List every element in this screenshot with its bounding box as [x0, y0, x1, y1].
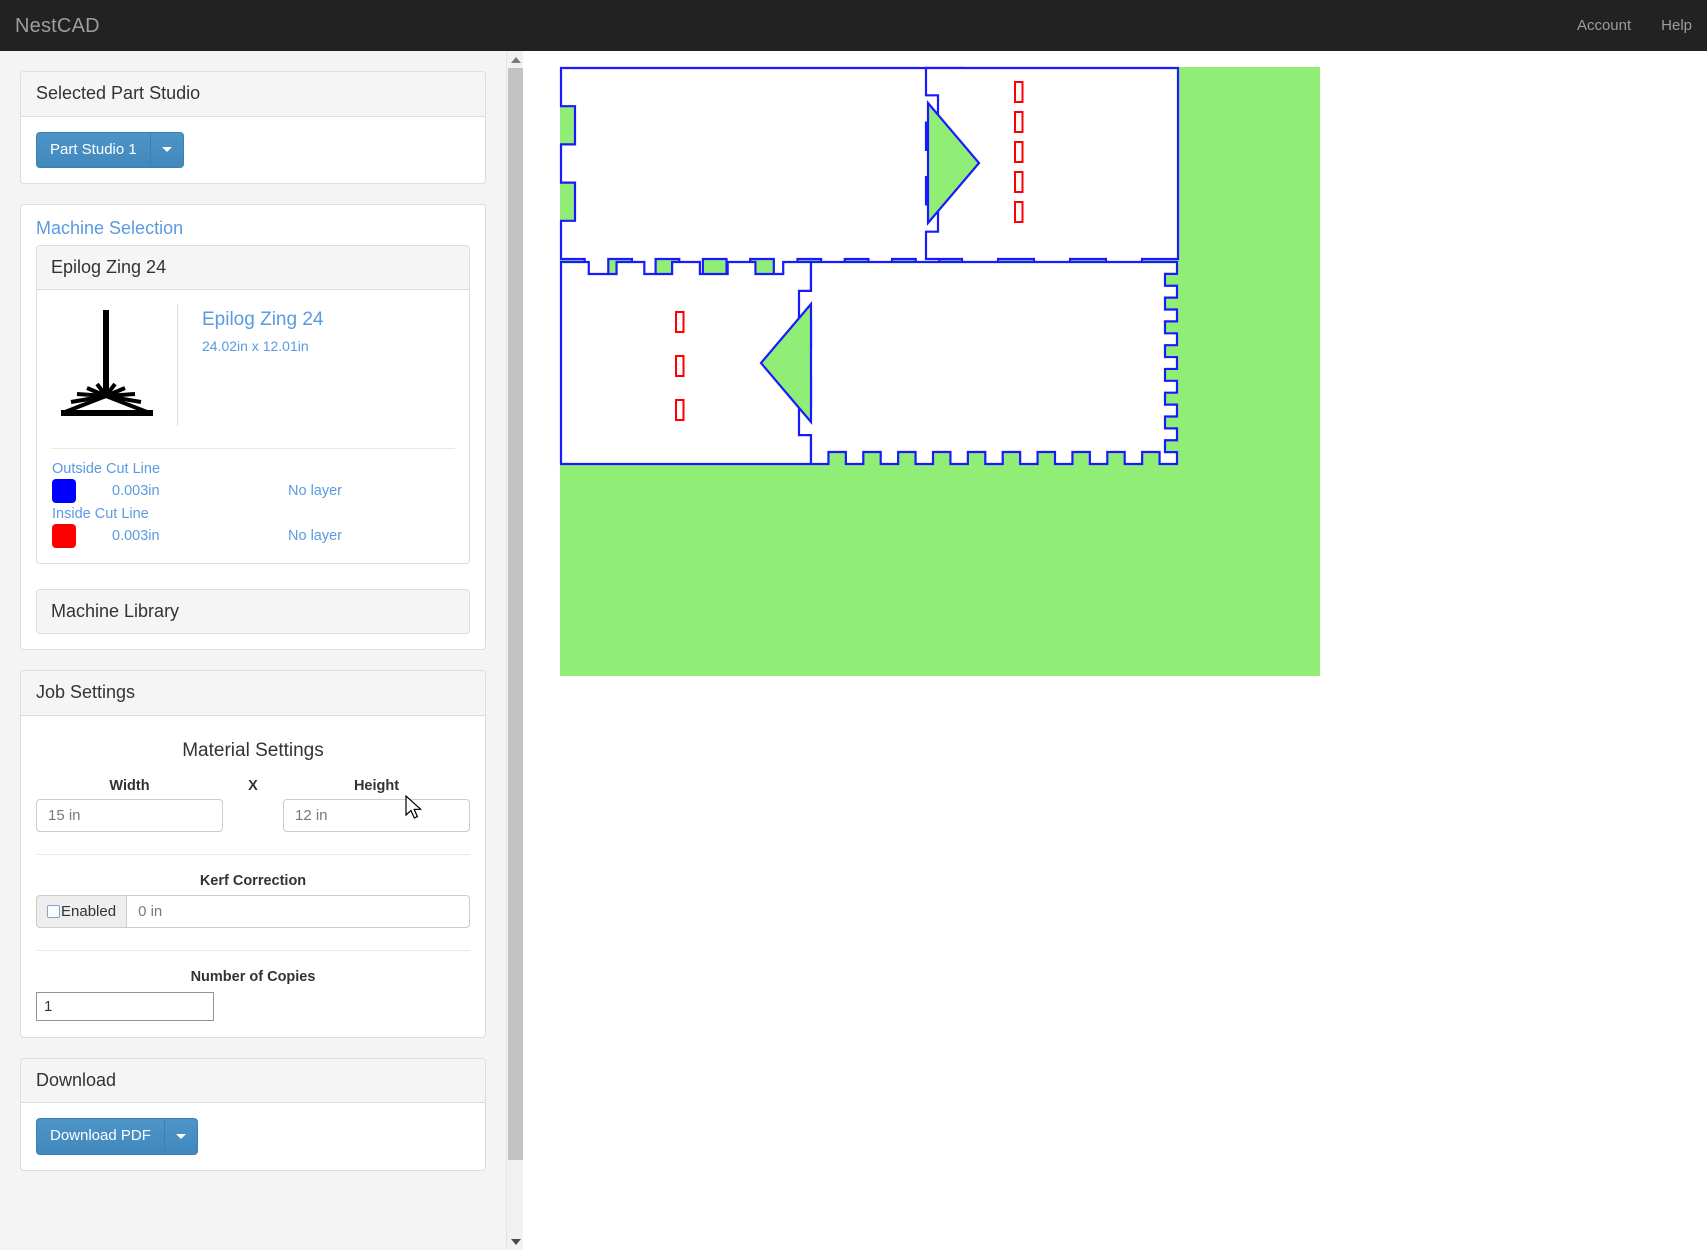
- material-dimension-inputs: [36, 798, 470, 832]
- machine-library-label: Machine Library: [51, 600, 180, 621]
- sidebar-scrollbar[interactable]: [506, 51, 523, 1250]
- nav-link-help[interactable]: Help: [1646, 0, 1707, 51]
- part-studio-button[interactable]: Part Studio 1: [36, 131, 150, 169]
- part-studio-dropdown-group[interactable]: Part Studio 1: [36, 131, 184, 169]
- cut-line-outside-width: 0.003in: [112, 482, 160, 499]
- cut-line-inside: Inside Cut Line 0.003in No layer: [37, 506, 469, 563]
- bottom-right-panel: [797, 260, 1179, 466]
- app-brand[interactable]: NestCAD: [15, 16, 115, 36]
- machine-library-header: Machine Library: [37, 589, 469, 633]
- cut-line-outside-label[interactable]: Outside Cut Line: [37, 461, 469, 479]
- cut-line-inside-width: 0.003in: [112, 527, 160, 544]
- nesting-preview-svg: [559, 66, 1320, 676]
- download-pdf-button[interactable]: Download PDF: [36, 1118, 164, 1155]
- panel-body-job-settings: Material Settings Width X Height Kerf Co…: [21, 716, 485, 1037]
- panel-title-job-settings: Job Settings: [36, 681, 136, 702]
- machine-card-epilog-zing-24[interactable]: Epilog Zing 24 Epilog Zing 24 24.02in x …: [36, 244, 470, 564]
- machine-card-body: Epilog Zing 24 24.02in x 12.01in Outside…: [37, 290, 469, 563]
- panel-header-machine-selection: Machine Selection: [21, 205, 485, 245]
- number-of-copies-heading: Number of Copies: [190, 968, 316, 985]
- machine-card-header: Epilog Zing 24: [37, 245, 469, 290]
- kerf-correction-group: Enabled: [36, 894, 470, 928]
- panel-machine-selection: Machine Selection Epilog Zing 24 Epilog …: [20, 204, 486, 650]
- panel-body-machine-selection: Epilog Zing 24 Epilog Zing 24 24.02in x …: [21, 244, 485, 649]
- cut-line-outside-layer[interactable]: No layer: [288, 483, 342, 499]
- machine-info: Epilog Zing 24 24.02in x 12.01in: [177, 303, 469, 426]
- cut-line-outside: Outside Cut Line 0.003in No layer: [37, 461, 469, 506]
- job-settings-divider-2: [36, 949, 470, 951]
- kerf-enabled-toggle[interactable]: Enabled: [36, 894, 127, 928]
- machine-summary-row: Epilog Zing 24 24.02in x 12.01in: [37, 290, 469, 426]
- navbar-links: Account Help: [1562, 0, 1707, 51]
- color-swatch-inside[interactable]: [52, 523, 76, 548]
- machine-library-card[interactable]: Machine Library: [36, 588, 470, 634]
- material-settings-heading: Material Settings: [182, 739, 324, 761]
- scrollbar-down-arrow[interactable]: [507, 1233, 524, 1250]
- material-dimension-separator: X: [248, 777, 258, 794]
- checkbox-icon[interactable]: [47, 904, 60, 918]
- material-width-input[interactable]: [36, 798, 223, 832]
- kerf-correction-heading: Kerf Correction: [199, 872, 307, 889]
- material-height-input[interactable]: [283, 798, 470, 832]
- panel-body-download: Download PDF: [21, 1103, 485, 1169]
- panel-body-selected-part-studio: Part Studio 1: [21, 117, 485, 183]
- scrollbar-up-arrow[interactable]: [507, 51, 524, 68]
- triangle-up-icon: [510, 56, 521, 63]
- nav-link-account[interactable]: Account: [1562, 0, 1646, 51]
- machine-dimensions: 24.02in x 12.01in: [202, 337, 309, 354]
- top-left-panel: [559, 66, 965, 277]
- settings-sidebar: Selected Part Studio Part Studio 1 Machi…: [0, 51, 506, 1250]
- panel-title-machine-selection[interactable]: Machine Selection: [36, 218, 470, 239]
- cut-line-outside-row: 0.003in No layer: [37, 478, 469, 506]
- cut-line-inside-layer[interactable]: No layer: [288, 528, 342, 544]
- panel-download: Download Download PDF: [20, 1057, 486, 1171]
- download-dropdown-group[interactable]: Download PDF: [36, 1118, 198, 1155]
- machine-divider: [51, 447, 455, 449]
- top-navbar: NestCAD Account Help: [0, 0, 1707, 51]
- color-swatch-outside[interactable]: [52, 478, 76, 503]
- panel-header-job-settings: Job Settings: [21, 670, 485, 716]
- material-dimension-labels: Width X Height: [36, 778, 470, 794]
- cut-line-inside-row: 0.003in No layer: [37, 523, 469, 551]
- panel-title-selected-part-studio: Selected Part Studio: [36, 83, 201, 103]
- number-of-copies-input[interactable]: [36, 991, 214, 1021]
- panel-job-settings: Job Settings Material Settings Width X H…: [20, 669, 486, 1038]
- material-height-label: Height: [353, 777, 400, 794]
- download-dropdown-toggle[interactable]: [163, 1118, 198, 1155]
- scrollbar-thumb[interactable]: [508, 68, 523, 1160]
- machine-card-header-label: Epilog Zing 24: [51, 256, 167, 277]
- triangle-down-icon: [510, 1238, 521, 1245]
- machine-name[interactable]: Epilog Zing 24: [202, 308, 469, 332]
- part-studio-dropdown-toggle[interactable]: [149, 131, 184, 169]
- chevron-down-icon: [175, 1134, 186, 1140]
- job-settings-divider-1: [36, 853, 470, 855]
- laser-engrave-icon: [37, 304, 177, 426]
- kerf-enabled-label: Enabled: [61, 902, 117, 920]
- kerf-value-input[interactable]: [126, 894, 470, 928]
- panel-header-selected-part-studio: Selected Part Studio: [21, 72, 485, 117]
- cut-line-inside-label[interactable]: Inside Cut Line: [37, 506, 469, 524]
- panel-title-download: Download: [36, 1069, 117, 1090]
- nesting-preview-canvas[interactable]: [523, 51, 1707, 1250]
- chevron-down-icon: [161, 147, 172, 153]
- material-width-label: Width: [109, 777, 150, 794]
- panel-header-download: Download: [21, 1058, 485, 1104]
- panel-selected-part-studio: Selected Part Studio Part Studio 1: [20, 71, 486, 185]
